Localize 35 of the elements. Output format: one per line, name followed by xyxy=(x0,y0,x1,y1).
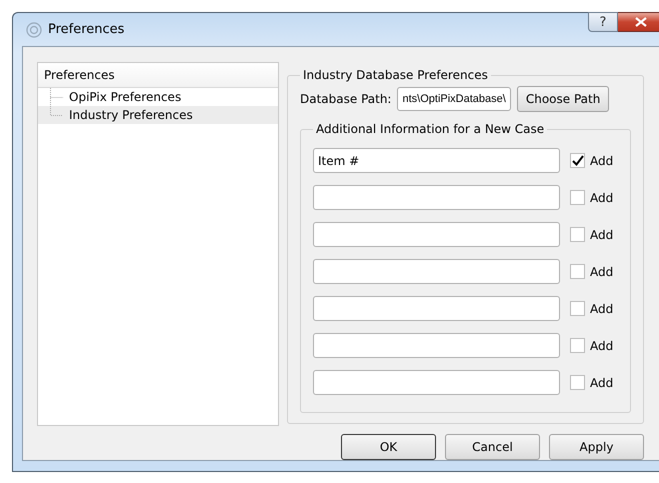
checkbox[interactable] xyxy=(570,190,585,205)
input-field[interactable] xyxy=(313,370,560,395)
input-field[interactable] xyxy=(313,259,560,284)
close-button[interactable] xyxy=(618,12,659,32)
checkbox[interactable] xyxy=(570,301,585,316)
checkbox-label: Add xyxy=(590,228,614,242)
app-icon xyxy=(26,22,42,38)
dialog-button[interactable]: Cancel xyxy=(445,434,540,460)
checkbox[interactable] xyxy=(570,227,585,242)
checkbox[interactable] xyxy=(570,338,585,353)
input-field[interactable] xyxy=(313,185,560,210)
input-field[interactable] xyxy=(313,222,560,247)
input-field[interactable]: Item # xyxy=(313,148,560,173)
inner-group-title: Additional Information for a New Case xyxy=(315,122,546,136)
tree-item[interactable]: Industry Preferences xyxy=(38,106,278,124)
checkbox-label: Add xyxy=(590,376,614,390)
checkbox-label: Add xyxy=(590,154,614,168)
checkbox-label: Add xyxy=(590,190,614,204)
window-title: Preferences xyxy=(48,22,124,37)
input-field[interactable] xyxy=(313,333,560,358)
checkbox-label: Add xyxy=(590,338,614,352)
input-field[interactable] xyxy=(313,296,560,321)
choose-path-button[interactable]: Choose Path xyxy=(516,86,610,112)
path-label: Database Path: xyxy=(300,92,392,106)
group-title: Industry Database Preferences xyxy=(302,68,489,82)
checkbox[interactable] xyxy=(570,153,585,168)
checkbox-label: Add xyxy=(590,264,614,278)
dialog-button[interactable]: Apply xyxy=(549,434,644,460)
path-field[interactable]: nts\OptiPixDatabase\ xyxy=(397,87,511,111)
dialog-button[interactable]: OK xyxy=(341,434,436,460)
close-icon xyxy=(634,17,646,27)
help-button[interactable]: ? xyxy=(588,12,618,32)
checkbox[interactable] xyxy=(570,375,585,390)
checkbox-label: Add xyxy=(590,302,614,316)
checkbox[interactable] xyxy=(570,264,585,279)
